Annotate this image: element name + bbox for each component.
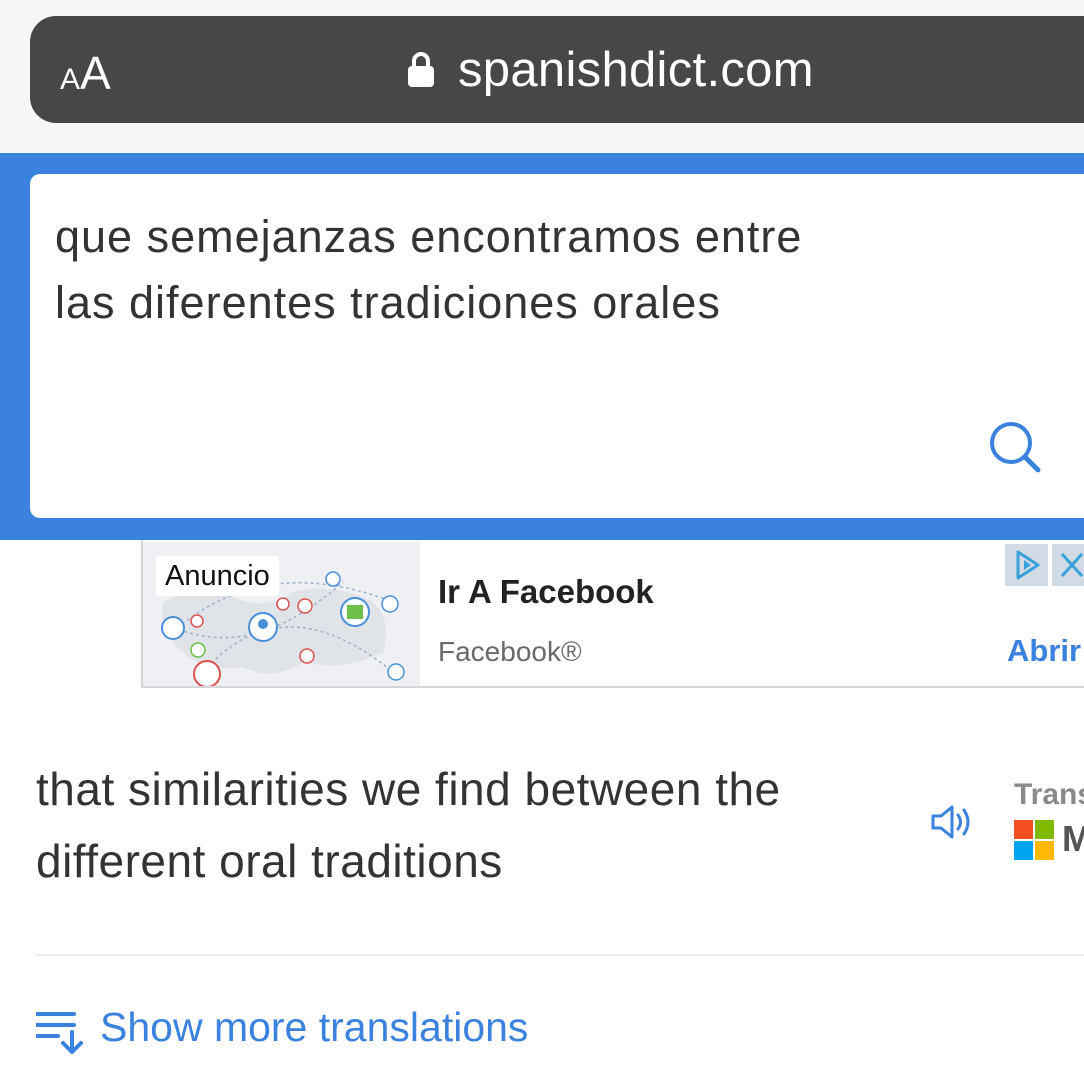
url-text[interactable]: spanishdict.com: [458, 42, 814, 98]
search-icon[interactable]: [986, 418, 1042, 474]
logo-square: [1014, 841, 1033, 860]
speaker-icon[interactable]: [930, 802, 974, 842]
ad-title[interactable]: Ir A Facebook: [438, 573, 654, 611]
logo-square: [1014, 820, 1033, 839]
logo-square: [1035, 841, 1054, 860]
lock-icon: [408, 52, 434, 87]
ad-subtitle: Facebook®: [438, 636, 582, 667]
text-size-large-glyph: A: [80, 47, 111, 99]
logo-square: [1035, 820, 1054, 839]
search-query-text[interactable]: que semejanzas encontramos entre las dif…: [55, 204, 925, 336]
ad-badge: Anuncio: [156, 556, 279, 596]
divider: [36, 954, 1084, 956]
translation-text: that similarities we find between the di…: [36, 763, 781, 887]
text-size-small-glyph: A: [60, 63, 81, 96]
text-size-button[interactable]: AA: [60, 46, 111, 100]
close-icon[interactable]: [1052, 544, 1084, 586]
microsoft-logo-icon: [1014, 820, 1054, 860]
ad-open-button[interactable]: Abrir: [1007, 633, 1081, 669]
show-more-translations-label: Show more translations: [100, 1004, 529, 1050]
provider-name: M: [1062, 818, 1084, 859]
page: AA spanishdict.com que semejanzas encont…: [0, 0, 1084, 1085]
provider-label: Trans: [1014, 778, 1084, 811]
adchoices-icon[interactable]: [1005, 544, 1048, 586]
sort-list-icon: [36, 1012, 83, 1054]
